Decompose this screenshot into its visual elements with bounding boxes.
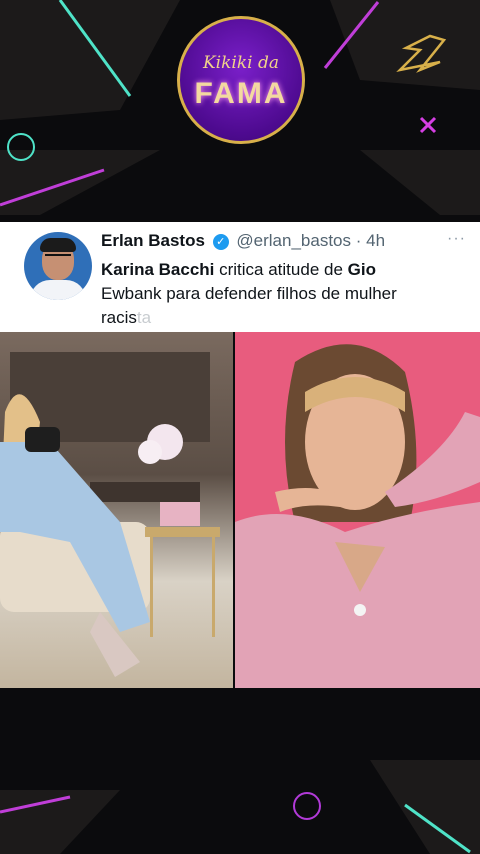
side-table	[145, 527, 220, 537]
video-frame: Kikiki da FAMA Erlan Bastos ✓ @erlan_bas…	[0, 0, 480, 854]
corner-shape-top-right	[330, 0, 480, 90]
logo-top-text: Kikiki da	[202, 53, 280, 73]
separator: ·	[355, 231, 362, 250]
corner-shape-bottom-right	[370, 760, 480, 854]
author-handle[interactable]: @erlan_bastos	[236, 231, 351, 250]
author-name[interactable]: Erlan Bastos	[101, 231, 205, 250]
velvet-blouse	[235, 502, 480, 688]
books	[160, 502, 200, 526]
interview-photo[interactable]	[0, 332, 233, 688]
tweet-header: Erlan Bastos ✓ @erlan_bastos · 4h	[101, 231, 385, 251]
tweet-text: Karina Bacchi critica atitude de Gio Ewb…	[101, 258, 441, 330]
tweet-text-part-3: racis	[101, 308, 137, 327]
tweet-text-bold-1: Karina Bacchi	[101, 260, 215, 279]
x-icon	[419, 116, 437, 134]
avatar-glasses	[45, 254, 71, 262]
tweet-text-part-1: critica atitude de	[214, 260, 348, 279]
table-leg-2	[212, 537, 215, 637]
avatar-hair	[40, 238, 76, 252]
kikiki-da-fama-logo: Kikiki da FAMA	[177, 16, 305, 144]
more-options-icon[interactable]: ···	[447, 230, 466, 248]
microphone-icon	[25, 427, 60, 452]
avatar[interactable]	[24, 232, 92, 300]
button	[354, 604, 366, 616]
table-leg-1	[150, 537, 153, 637]
photo-collage	[0, 332, 480, 688]
tweet-card[interactable]: Erlan Bastos ✓ @erlan_bastos · 4h ··· Ka…	[0, 222, 480, 332]
interview-illustration	[0, 352, 220, 677]
avatar-shirt	[30, 280, 86, 300]
portrait-illustration	[235, 344, 480, 688]
corner-shape-top-left	[0, 0, 180, 120]
orchids-2	[138, 440, 162, 464]
verified-badge-icon: ✓	[212, 233, 229, 250]
magenta-circle-icon	[293, 792, 321, 820]
gio-ewbank-photo[interactable]	[235, 332, 480, 688]
logo-main-text: FAMA	[194, 77, 288, 110]
tweet-text-part-2: Ewbank para defender filhos de mulher	[101, 284, 397, 303]
tweet-text-faded: ta	[136, 308, 152, 327]
corner-shape-mid-right	[360, 150, 480, 215]
tweet-time[interactable]: 4h	[366, 231, 385, 250]
shelf	[90, 482, 200, 502]
tweet-text-bold-2: Gio	[347, 260, 376, 279]
